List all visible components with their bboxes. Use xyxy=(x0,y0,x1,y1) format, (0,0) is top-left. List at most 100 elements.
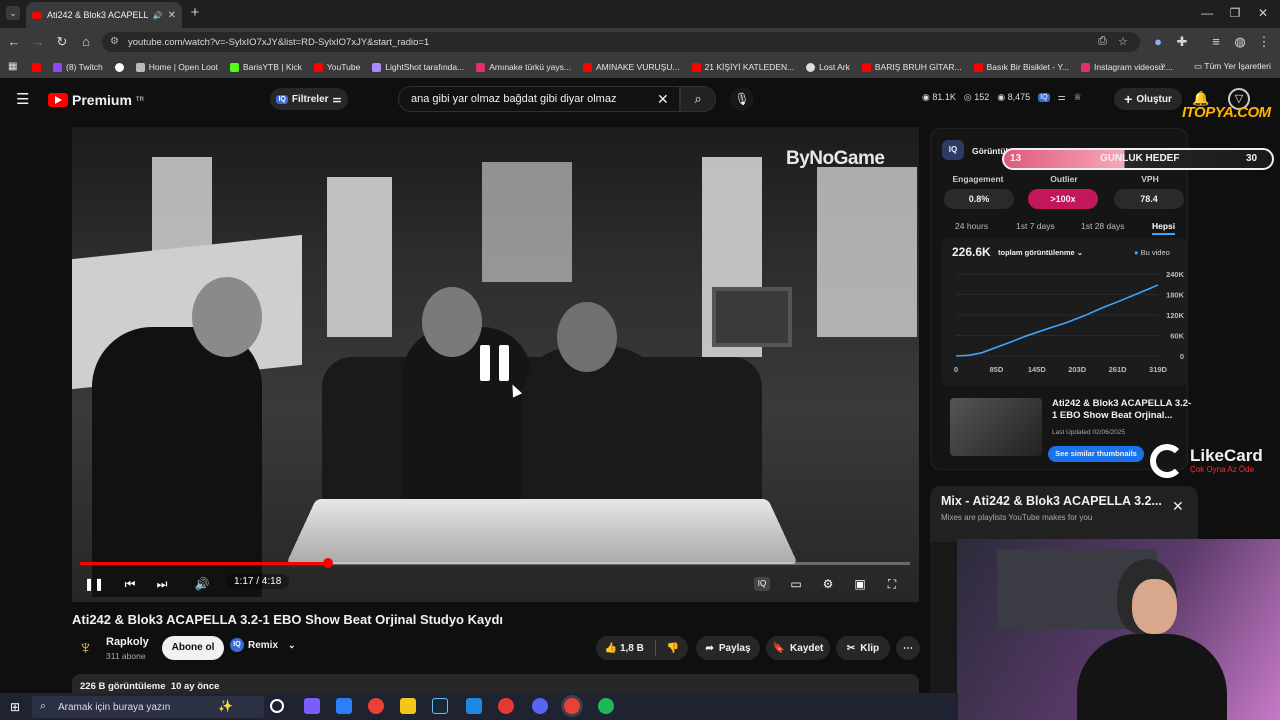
channel-name[interactable]: Rapkoly xyxy=(106,636,149,648)
more-bookmarks-icon[interactable]: » xyxy=(1160,60,1166,71)
pause-overlay-icon[interactable] xyxy=(480,345,514,383)
restore-icon[interactable]: ❐ xyxy=(1224,4,1246,22)
previous-icon[interactable]: ⏮ xyxy=(120,575,140,593)
close-mix-icon[interactable]: ✕ xyxy=(1172,498,1184,515)
settings-gear-icon[interactable]: ⚙ xyxy=(818,575,838,593)
bookmark-item[interactable]: 21 KİŞİYİ KATLEDEN... xyxy=(691,62,794,72)
time-display: 1:17 / 4:18 xyxy=(226,574,290,589)
search-input[interactable]: ana gibi yar olmaz bağdat gibi diyar olm… xyxy=(398,86,680,112)
subscribe-button[interactable]: Abone ol xyxy=(162,636,224,660)
task-view-icon[interactable] xyxy=(270,699,284,713)
bookmark-item[interactable]: Basık Bir Bisiklet - Y... xyxy=(973,62,1069,72)
home-icon[interactable]: ⌂ xyxy=(78,34,94,50)
like-button[interactable]: 👍 1,8 B xyxy=(605,643,644,654)
all-bookmarks-folder[interactable]: ▭ Tüm Yer İşaretleri xyxy=(1194,61,1271,72)
youtube-icon xyxy=(32,62,41,72)
clip-label: Klip xyxy=(860,642,880,654)
views-dropdown[interactable]: toplam görüntülenme ⌄ xyxy=(998,248,1083,257)
taskbar-app-icon[interactable] xyxy=(304,698,320,714)
extensions-icon[interactable]: ✚ xyxy=(1174,34,1190,50)
youtube-icon xyxy=(691,62,701,72)
volume-icon[interactable]: 🔊 xyxy=(192,575,212,593)
video-thumbnail[interactable] xyxy=(950,398,1042,456)
bookmark-item[interactable]: Home | Open Loot xyxy=(135,62,218,72)
save-button[interactable]: 🔖 Kaydet xyxy=(766,636,830,660)
file-explorer-icon[interactable] xyxy=(400,698,416,714)
reload-icon[interactable]: ↻ xyxy=(54,34,70,50)
taskbar-search[interactable]: ⌕ Aramak için buraya yazın ✨ xyxy=(32,696,264,718)
search-button[interactable]: ⌕ xyxy=(680,86,716,112)
bookmark-item[interactable]: (8) Twitch xyxy=(53,62,103,72)
kick-icon xyxy=(230,62,239,72)
dislike-icon[interactable]: 👎 xyxy=(667,643,679,654)
taskbar-app-icon[interactable] xyxy=(466,698,482,714)
remix-button[interactable]: IQ Remix ⌄ xyxy=(230,638,296,652)
bookmark-item[interactable] xyxy=(114,62,124,72)
mix-subtitle: Mixes are playlists YouTube makes for yo… xyxy=(941,513,1093,522)
windows-start-icon[interactable]: ⊞ xyxy=(10,700,20,714)
range-tab-all[interactable]: Hepsi xyxy=(1152,221,1176,235)
share-button[interactable]: ➦ Paylaş xyxy=(696,636,760,660)
range-tab-24h[interactable]: 24 hours xyxy=(955,221,988,231)
forward-icon[interactable]: → xyxy=(30,34,46,50)
address-bar[interactable]: ⚙ youtube.com/watch?v=-SylxIO7xJY&list=R… xyxy=(102,32,1140,52)
extension-iq-icon[interactable]: ● xyxy=(1150,34,1166,50)
hamburger-menu-icon[interactable]: ☰ xyxy=(16,90,29,108)
bookmark-item[interactable]: Amınake türkü yays... xyxy=(476,62,571,72)
bookmark-star-icon[interactable]: ☆ xyxy=(1118,35,1128,48)
discord-icon[interactable] xyxy=(532,698,548,714)
likecard-logo-icon xyxy=(1150,444,1184,478)
spotify-icon[interactable] xyxy=(598,698,614,714)
youtube-icon xyxy=(582,62,592,72)
new-tab-button[interactable]: + xyxy=(186,4,204,22)
subtitles-icon[interactable]: ▭ xyxy=(786,575,806,593)
chrome-icon[interactable] xyxy=(368,698,384,714)
bookmark-item[interactable] xyxy=(32,62,41,72)
create-button[interactable]: + Oluştur xyxy=(1114,88,1182,110)
close-window-icon[interactable]: ✕ xyxy=(1252,4,1274,22)
bookmark-item[interactable]: AMINAKE VURUŞU... xyxy=(582,62,680,72)
bookmark-item[interactable]: BarisYTB | Kick xyxy=(230,62,302,72)
store-icon[interactable] xyxy=(336,698,352,714)
range-tab-28d[interactable]: 1st 28 days xyxy=(1081,221,1124,231)
site-info-icon[interactable]: ⚙ xyxy=(110,36,119,47)
tab-audio-icon[interactable]: 🔊 xyxy=(153,11,163,20)
bookmark-item[interactable]: Lost Ark xyxy=(806,62,850,72)
range-tab-7d[interactable]: 1st 7 days xyxy=(1016,221,1055,231)
chart-legend: ● Bu video xyxy=(1134,248,1170,257)
clear-search-icon[interactable]: ✕ xyxy=(657,91,669,108)
fullscreen-icon[interactable]: ⛶ xyxy=(882,575,902,593)
minimize-icon[interactable]: — xyxy=(1196,4,1218,22)
menu-kebab-icon[interactable]: ⋮ xyxy=(1256,34,1272,50)
next-icon[interactable]: ⏭ xyxy=(152,575,172,593)
steam-icon[interactable] xyxy=(432,698,448,714)
theater-mode-icon[interactable]: ▣ xyxy=(850,575,870,593)
profile-icon[interactable]: ◍ xyxy=(1232,34,1248,50)
media-control-icon[interactable]: ≡ xyxy=(1208,34,1224,50)
tab-close-icon[interactable]: ✕ xyxy=(168,10,176,21)
sliders-icon[interactable]: ⚌ xyxy=(1058,92,1066,103)
clip-button[interactable]: ✂ Klip xyxy=(836,636,890,660)
trophy-icon[interactable]: ♕ xyxy=(1074,92,1082,103)
bookmark-item[interactable]: LightShot tarafında... xyxy=(372,62,464,72)
apps-grid-icon[interactable]: ▦ xyxy=(8,61,17,72)
filters-button[interactable]: IQ Filtreler ⚌ xyxy=(270,88,348,110)
install-icon[interactable]: ⎙ xyxy=(1098,35,1107,48)
more-actions-button[interactable]: ⋯ xyxy=(896,636,920,660)
back-icon[interactable]: ← xyxy=(6,34,22,50)
youtube-favicon-icon xyxy=(32,11,42,19)
iq-icon[interactable]: IQ xyxy=(1038,93,1050,102)
tab-search-icon[interactable]: ⌄ xyxy=(6,6,20,20)
iq-player-icon[interactable]: IQ xyxy=(754,577,770,591)
similar-thumbnails-button[interactable]: See similar thumbnails xyxy=(1048,446,1144,462)
voice-search-button[interactable]: 🎙 xyxy=(730,87,754,111)
browser-tab-active[interactable]: Ati242 & Blok3 ACAPELLA 3... 🔊 ✕ xyxy=(26,2,182,28)
chrome-active-icon[interactable] xyxy=(564,698,580,714)
bookmark-item[interactable]: BARIŞ BRUH GİTAR... xyxy=(861,62,962,72)
bookmark-item[interactable]: YouTube xyxy=(313,62,360,72)
pause-icon[interactable]: ❚❚ xyxy=(84,575,104,593)
taskbar-app-icon[interactable] xyxy=(498,698,514,714)
channel-avatar[interactable]: ♆ xyxy=(78,636,100,660)
iq-panel-icon[interactable]: IQ xyxy=(942,140,964,160)
youtube-logo[interactable]: Premium TR xyxy=(48,92,144,108)
